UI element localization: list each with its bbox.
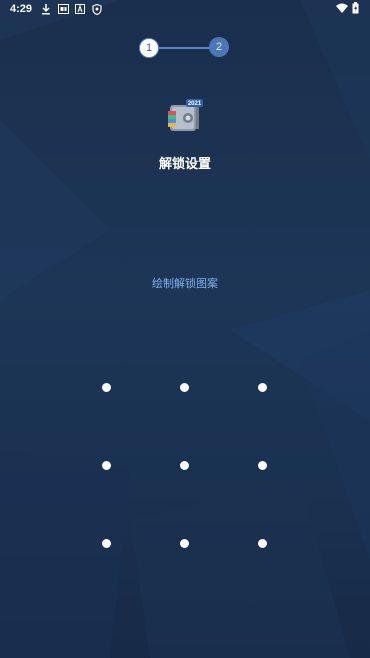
pattern-dot-9[interactable] — [258, 539, 267, 548]
app-icon-badge: 2021 — [188, 101, 202, 107]
pattern-dot-1[interactable] — [102, 383, 111, 392]
battery-icon — [352, 2, 359, 17]
status-bar: 4:29 — [0, 0, 370, 20]
step-2: 2 — [209, 37, 229, 57]
status-time: 4:29 — [10, 3, 33, 15]
pattern-dot-3[interactable] — [258, 383, 267, 392]
page-title: 解锁设置 — [158, 157, 211, 172]
shield-icon — [92, 3, 102, 18]
pattern-dot-2[interactable] — [180, 383, 189, 392]
notification-icon — [58, 4, 69, 17]
pattern-hint: 绘制解锁图案 — [152, 277, 218, 290]
download-icon — [41, 4, 51, 18]
app-lock-icon: 2021 — [166, 97, 204, 135]
pattern-dot-8[interactable] — [180, 539, 189, 548]
pattern-dot-6[interactable] — [258, 461, 267, 470]
step-1: 1 — [139, 38, 159, 58]
pattern-dot-7[interactable] — [102, 539, 111, 548]
a-icon — [75, 4, 85, 17]
pattern-dot-5[interactable] — [180, 461, 189, 470]
step-connector — [159, 47, 211, 49]
step-indicator: 1 2 — [139, 37, 231, 59]
wifi-icon — [336, 3, 348, 16]
pattern-dot-4[interactable] — [102, 461, 111, 470]
